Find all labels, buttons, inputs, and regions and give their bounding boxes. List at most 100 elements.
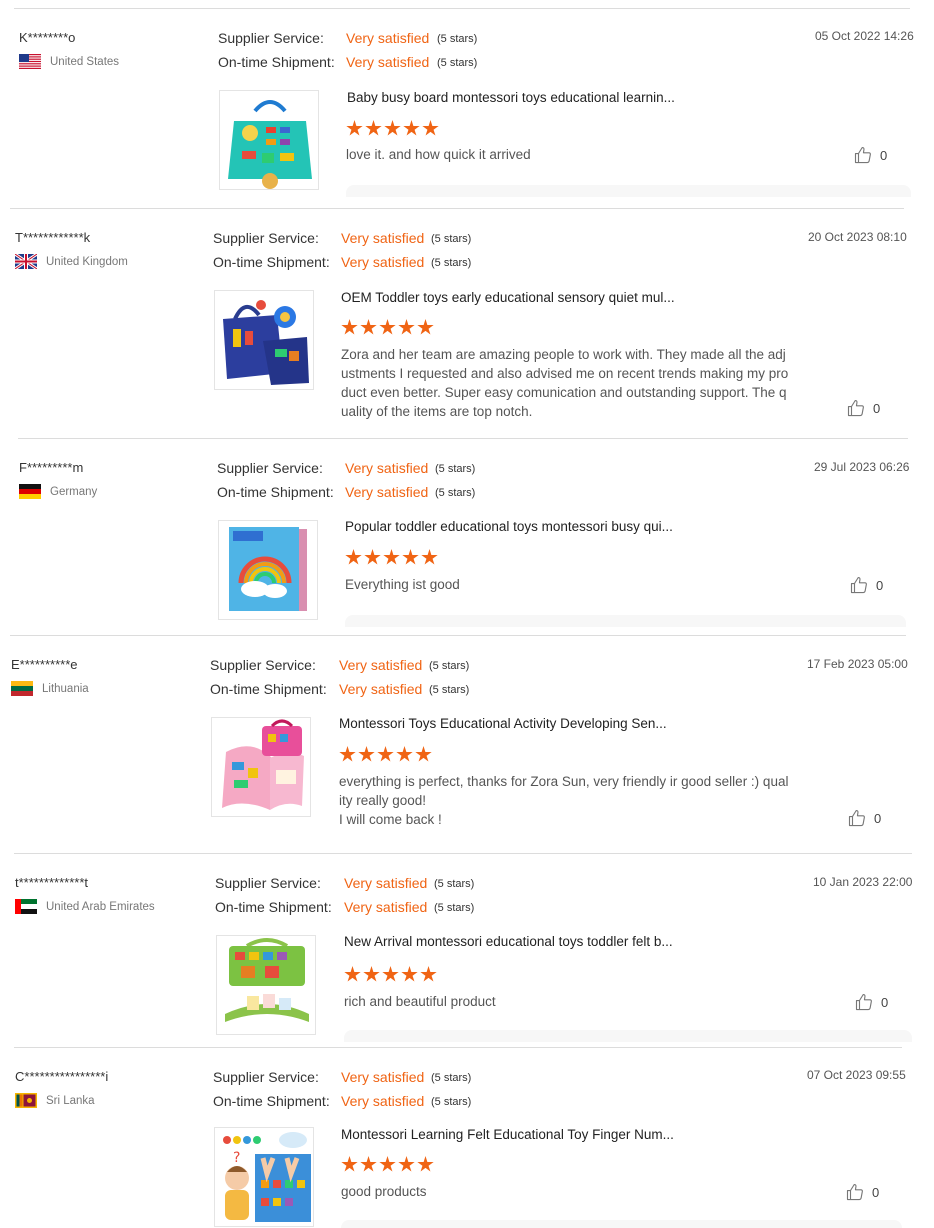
reviewer-name: K********o xyxy=(19,30,76,45)
reviewer-country: United Arab Emirates xyxy=(15,899,155,914)
like-button[interactable]: 0 xyxy=(854,146,887,164)
product-title[interactable]: Popular toddler educational toys montess… xyxy=(345,519,673,534)
star-icon xyxy=(363,966,380,982)
star-icon xyxy=(365,120,382,136)
product-thumbnail[interactable] xyxy=(218,520,318,620)
shipment-rating: Very satisfied xyxy=(344,899,428,915)
reviewer-name: F*********m xyxy=(19,460,84,475)
shipment-rating: Very satisfied xyxy=(339,681,423,697)
rating-stars xyxy=(341,319,434,336)
review-card: C****************i Sri Lanka Supplier Se… xyxy=(14,1047,906,1228)
satisfaction-values: Very satisfied Very satisfied xyxy=(344,871,427,919)
review-comment: everything is perfect, thanks for Zora S… xyxy=(339,772,789,829)
ontime-shipment-label: On-time Shipment: xyxy=(213,254,330,270)
star-icon xyxy=(341,319,358,335)
us-flag-icon xyxy=(19,54,41,69)
ontime-shipment-label: On-time Shipment: xyxy=(215,899,332,915)
review-date: 10 Jan 2023 22:00 xyxy=(813,875,913,889)
like-count: 0 xyxy=(881,994,889,1010)
star-icon xyxy=(417,319,434,335)
satisfaction-values: Very satisfied Very satisfied xyxy=(346,26,429,74)
star-icon xyxy=(383,549,400,565)
like-button[interactable]: 0 xyxy=(848,809,881,827)
reply-area xyxy=(344,1030,912,1042)
rating-labels: Supplier Service: On-time Shipment: xyxy=(215,871,332,919)
star-icon xyxy=(422,120,439,136)
review-card: F*********m Germany Supplier Service: On… xyxy=(18,438,909,635)
product-title[interactable]: OEM Toddler toys early educational senso… xyxy=(341,290,675,305)
reply-area xyxy=(346,185,911,197)
supplier-stars-count: (5 stars) xyxy=(434,878,475,890)
product-thumbnail[interactable]: ? xyxy=(214,1127,314,1227)
supplier-rating: Very satisfied xyxy=(345,460,429,476)
supplier-service-label: Supplier Service: xyxy=(215,875,321,891)
reviewer-country: Lithuania xyxy=(11,681,89,696)
star-icon xyxy=(346,120,363,136)
thumbs-up-icon xyxy=(847,399,864,417)
rating-stars xyxy=(341,1156,434,1173)
star-icon xyxy=(345,549,362,565)
review-card: T************k United Kingdom Supplier S… xyxy=(10,208,907,438)
star-icon xyxy=(384,120,401,136)
ontime-shipment-label: On-time Shipment: xyxy=(213,1093,330,1109)
shipment-rating: Very satisfied xyxy=(346,54,430,70)
stars-counts: (5 stars) (5 stars) xyxy=(431,227,471,275)
supplier-service-label: Supplier Service: xyxy=(213,230,319,246)
satisfaction-values: Very satisfied Very satisfied xyxy=(345,456,428,504)
stars-counts: (5 stars) (5 stars) xyxy=(429,654,469,702)
star-icon xyxy=(396,746,413,762)
rating-labels: Supplier Service: On-time Shipment: xyxy=(217,456,334,504)
review-date: 20 Oct 2023 08:10 xyxy=(808,230,907,244)
supplier-rating: Very satisfied xyxy=(341,230,425,246)
stars-counts: (5 stars) (5 stars) xyxy=(431,1066,471,1114)
like-button[interactable]: 0 xyxy=(846,1183,879,1201)
country-label: United Arab Emirates xyxy=(46,900,155,913)
star-icon xyxy=(401,966,418,982)
review-comment: Zora and her team are amazing people to … xyxy=(341,347,789,419)
thumbs-up-icon xyxy=(846,1183,863,1201)
product-thumbnail[interactable] xyxy=(219,90,319,190)
product-thumbnail[interactable] xyxy=(216,935,316,1035)
star-icon xyxy=(382,966,399,982)
product-thumbnail[interactable] xyxy=(211,717,311,817)
supplier-rating: Very satisfied xyxy=(346,30,430,46)
reviewer-name: T************k xyxy=(15,230,91,245)
uae-flag-icon xyxy=(15,899,37,914)
shipment-stars-count: (5 stars) xyxy=(431,1096,472,1108)
stars-counts: (5 stars) (5 stars) xyxy=(437,27,477,75)
star-icon xyxy=(379,1156,396,1172)
like-count: 0 xyxy=(872,1184,880,1200)
review-comment: love it. and how quick it arrived xyxy=(346,147,531,162)
like-button[interactable]: 0 xyxy=(847,399,880,417)
reply-area xyxy=(341,1220,902,1228)
star-icon xyxy=(379,319,396,335)
thumbs-up-icon xyxy=(854,146,871,164)
product-thumbnail[interactable] xyxy=(214,290,314,390)
rating-stars xyxy=(339,746,432,763)
comment-line: everything is perfect, thanks for Zora S… xyxy=(339,774,789,808)
product-title[interactable]: Montessori Learning Felt Educational Toy… xyxy=(341,1127,674,1142)
product-title[interactable]: Montessori Toys Educational Activity Dev… xyxy=(339,716,667,731)
reviewer-country: Germany xyxy=(19,484,97,499)
star-icon xyxy=(358,746,375,762)
review-card: K********o United States Supplier Servic… xyxy=(14,8,914,208)
thumbs-up-icon xyxy=(855,993,872,1011)
star-icon xyxy=(398,1156,415,1172)
thumbs-up-icon xyxy=(848,809,865,827)
stars-counts: (5 stars) (5 stars) xyxy=(434,872,474,920)
reviewer-name: E**********e xyxy=(11,657,78,672)
like-button[interactable]: 0 xyxy=(855,993,888,1011)
review-comment: Everything ist good xyxy=(345,577,460,592)
rating-stars xyxy=(345,549,438,566)
product-title[interactable]: Baby busy board montessori toys educatio… xyxy=(347,90,675,105)
ontime-shipment-label: On-time Shipment: xyxy=(210,681,327,697)
country-label: United States xyxy=(50,55,120,68)
product-title[interactable]: New Arrival montessori educational toys … xyxy=(344,934,673,949)
reply-area xyxy=(345,615,906,627)
rating-labels: Supplier Service: On-time Shipment: xyxy=(210,653,327,701)
review-card: E**********e Lithuania Supplier Service:… xyxy=(10,635,908,853)
like-button[interactable]: 0 xyxy=(850,576,883,594)
star-icon xyxy=(420,966,437,982)
shipment-stars-count: (5 stars) xyxy=(435,487,476,499)
satisfaction-values: Very satisfied Very satisfied xyxy=(341,226,424,274)
